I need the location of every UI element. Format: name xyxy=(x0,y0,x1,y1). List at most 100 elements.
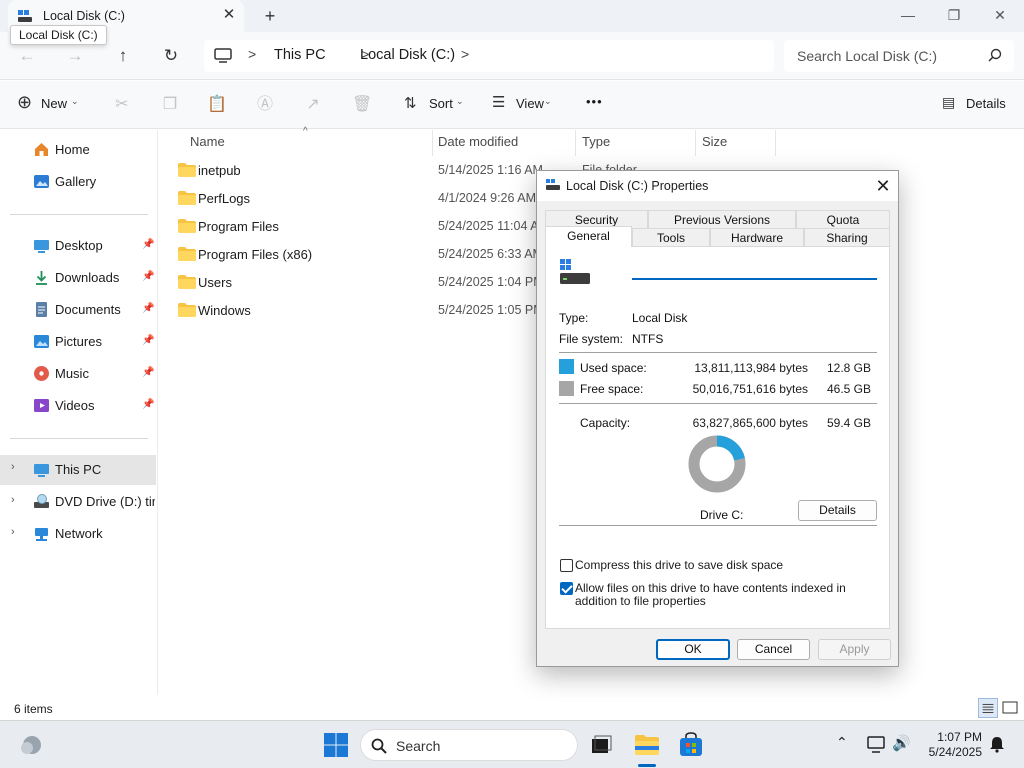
chevron-up-icon[interactable]: ⌃ xyxy=(836,734,848,751)
apply-button[interactable]: Apply xyxy=(818,639,891,660)
tab-close-icon[interactable]: ✕ xyxy=(220,6,238,24)
sidebar-item-desktop[interactable]: Desktop 📌 xyxy=(0,232,156,260)
sidebar-item-music[interactable]: Music 📌 xyxy=(0,360,156,388)
tab-quota[interactable]: Quota xyxy=(796,210,890,228)
forward-arrow-icon[interactable]: → xyxy=(63,44,87,68)
column-header-type[interactable]: Type xyxy=(582,134,610,149)
search-box[interactable]: Search Local Disk (C:) xyxy=(784,40,1014,72)
search-placeholder: Search Local Disk (C:) xyxy=(797,48,938,64)
start-windows-icon[interactable] xyxy=(322,731,350,759)
tab-general[interactable]: General xyxy=(545,226,632,247)
sidebar-item-label: DVD Drive (D:) tiny1 xyxy=(55,494,155,509)
copy-icon[interactable]: ❐ xyxy=(160,95,180,115)
pin-icon[interactable]: 📌 xyxy=(142,399,154,410)
close-window-button[interactable]: ✕ xyxy=(977,0,1023,32)
this-pc-icon xyxy=(34,464,49,477)
sidebar-item-label: Videos xyxy=(55,398,95,413)
sidebar-item-documents[interactable]: Documents 📌 xyxy=(0,296,156,324)
free-space-bytes: 50,016,751,616 bytes xyxy=(692,382,808,396)
tab-tools[interactable]: Tools xyxy=(632,228,710,246)
minimize-button[interactable]: — xyxy=(885,0,931,32)
column-header-size[interactable]: Size xyxy=(702,134,727,149)
sidebar-item-gallery[interactable]: Gallery xyxy=(0,168,156,196)
chevron-right-icon[interactable]: › xyxy=(11,461,15,473)
file-date: 5/24/2025 6:33 AM xyxy=(438,247,543,261)
network-status-icon[interactable] xyxy=(866,736,886,754)
details-view-icon[interactable] xyxy=(978,698,998,718)
sidebar-item-downloads[interactable]: Downloads 📌 xyxy=(0,264,156,292)
tab-previous-versions[interactable]: Previous Versions xyxy=(648,210,796,228)
breadcrumb-separator: > xyxy=(461,46,470,62)
store-icon[interactable] xyxy=(677,731,705,759)
pin-icon[interactable]: 📌 xyxy=(142,239,154,250)
file-explorer-taskbar-icon[interactable] xyxy=(633,731,661,759)
tab-hardware[interactable]: Hardware xyxy=(710,228,804,246)
share-icon[interactable]: ↗ xyxy=(303,95,323,115)
used-space-bytes: 13,811,113,984 bytes xyxy=(694,361,808,375)
drive-label-input[interactable] xyxy=(632,259,877,280)
folder-icon xyxy=(178,303,196,317)
sidebar-item-label: This PC xyxy=(55,462,102,477)
notification-bell-icon[interactable] xyxy=(988,735,1006,753)
used-space-label: Used space: xyxy=(580,361,647,375)
file-date: 5/24/2025 1:05 PM xyxy=(438,303,544,317)
sidebar-divider xyxy=(10,214,148,215)
file-name: inetpub xyxy=(198,163,241,178)
column-divider[interactable] xyxy=(432,130,433,156)
compress-checkbox[interactable] xyxy=(560,559,573,572)
address-bar[interactable]: > This PC > Local Disk (C:) > xyxy=(204,40,774,72)
breadcrumb-this-pc[interactable]: This PC xyxy=(274,47,326,63)
sidebar-item-dvd-drive[interactable]: › DVD Drive (D:) tiny1 xyxy=(0,488,156,516)
column-header-name[interactable]: Name xyxy=(190,134,225,149)
rename-icon[interactable]: Ⓐ xyxy=(255,95,275,115)
column-divider[interactable] xyxy=(575,130,576,156)
tiles-view-icon[interactable] xyxy=(1000,698,1020,718)
more-options-button[interactable]: ••• xyxy=(586,94,603,116)
new-button-label: New xyxy=(41,96,68,111)
cancel-button[interactable]: Cancel xyxy=(737,639,810,660)
new-tab-button[interactable]: + xyxy=(260,6,280,26)
drive-icon xyxy=(546,179,560,190)
sidebar-item-home[interactable]: Home xyxy=(0,136,156,164)
free-space-label: Free space: xyxy=(580,382,644,396)
details-pane-label: Details xyxy=(966,96,1006,111)
general-tab-panel: Type: Local Disk File system: NTFS Used … xyxy=(545,246,890,629)
free-space-swatch xyxy=(559,381,574,396)
chevron-right-icon[interactable]: › xyxy=(11,494,15,506)
computer-icon xyxy=(214,48,232,63)
taskbar-search-placeholder: Search xyxy=(396,738,441,754)
column-divider[interactable] xyxy=(775,130,776,156)
refresh-icon[interactable]: ↻ xyxy=(159,44,183,68)
clock-time: 1:07 PM xyxy=(937,730,982,744)
sidebar-item-network[interactable]: › Network xyxy=(0,520,156,548)
sidebar-item-this-pc[interactable]: › This PC xyxy=(0,455,156,485)
sidebar-divider xyxy=(10,438,148,439)
volume-icon[interactable]: 🔊 xyxy=(892,734,911,752)
index-checkbox[interactable] xyxy=(560,582,573,595)
paste-icon[interactable]: 📋 xyxy=(207,95,227,115)
delete-icon[interactable]: 🗑 xyxy=(352,95,372,115)
back-arrow-icon[interactable]: ← xyxy=(15,44,39,68)
taskbar-clock[interactable]: 1:07 PM 5/24/2025 xyxy=(922,730,982,760)
pin-icon[interactable]: 📌 xyxy=(142,303,154,314)
weather-icon[interactable] xyxy=(18,732,44,758)
active-app-indicator xyxy=(638,764,656,767)
dialog-close-icon[interactable]: ✕ xyxy=(871,175,895,197)
up-arrow-icon[interactable]: ↑ xyxy=(111,44,135,68)
taskbar-search[interactable]: Search xyxy=(360,729,578,761)
disk-details-button[interactable]: Details xyxy=(798,500,877,521)
sidebar-item-videos[interactable]: Videos 📌 xyxy=(0,392,156,420)
sidebar-item-pictures[interactable]: Pictures 📌 xyxy=(0,328,156,356)
view-icon: ☰ xyxy=(492,94,506,111)
cut-icon[interactable]: ✂ xyxy=(112,95,132,115)
chevron-right-icon[interactable]: › xyxy=(11,526,15,538)
task-view-icon[interactable] xyxy=(587,731,615,759)
maximize-button[interactable]: ❐ xyxy=(931,0,977,32)
tab-sharing[interactable]: Sharing xyxy=(804,228,890,246)
column-header-date[interactable]: Date modified xyxy=(438,134,518,149)
pin-icon[interactable]: 📌 xyxy=(142,367,154,378)
pin-icon[interactable]: 📌 xyxy=(142,335,154,346)
pin-icon[interactable]: 📌 xyxy=(142,271,154,282)
ok-button[interactable]: OK xyxy=(656,639,730,660)
column-divider[interactable] xyxy=(695,130,696,156)
